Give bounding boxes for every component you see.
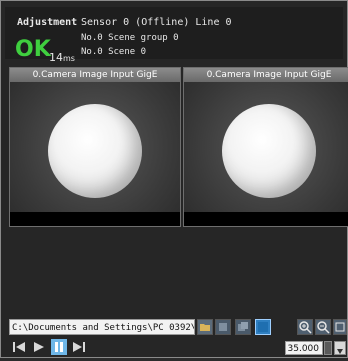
fit-button[interactable] <box>333 319 347 335</box>
zoom-out-button[interactable] <box>315 319 331 335</box>
processing-time: 14ms <box>49 51 75 64</box>
skip-first-button[interactable] <box>11 339 27 355</box>
panel-title: 0.Camera Image Input GigE <box>10 68 180 82</box>
zoom-out-icon <box>317 321 330 334</box>
save-all-button[interactable] <box>235 319 251 335</box>
save-all-icon <box>238 322 248 331</box>
image-panel-right[interactable]: 0.Camera Image Input GigE <box>183 67 348 227</box>
ball-object <box>48 104 142 198</box>
mode-label: Adjustment <box>17 17 78 28</box>
time-value: 14 <box>49 51 63 64</box>
panel-title: 0.Camera Image Input GigE <box>184 68 348 82</box>
scene-text: No.0 Scene 0 <box>81 47 147 57</box>
zoom-in-button[interactable] <box>297 319 313 335</box>
judgement-ok: OK <box>15 37 51 62</box>
scene-group-text: No.0 Scene group 0 <box>81 33 179 43</box>
image-panel-left[interactable]: 0.Camera Image Input GigE <box>9 67 181 227</box>
status-header: Adjustment Sensor 0 (Offline) Line 0 No.… <box>5 7 343 64</box>
file-path-input[interactable]: C:\Documents and Settings\PC 0392\My <box>9 319 195 335</box>
ball-object <box>222 104 316 198</box>
folder-open-button[interactable] <box>197 319 213 335</box>
play-button[interactable] <box>31 339 47 355</box>
panel-footer <box>184 212 348 226</box>
save-button[interactable] <box>215 319 231 335</box>
speed-spinner[interactable] <box>324 341 332 355</box>
skip-last-icon <box>73 342 85 352</box>
speed-input[interactable]: 35.000 <box>285 341 323 355</box>
panel-footer <box>10 212 180 226</box>
speed-dropdown[interactable] <box>334 341 346 355</box>
pause-icon <box>55 342 63 352</box>
save-icon <box>219 323 227 331</box>
sensor-status-text: Sensor 0 (Offline) Line 0 <box>81 17 232 28</box>
blue-square-button[interactable] <box>255 319 271 335</box>
zoom-in-icon <box>299 321 312 334</box>
folder-open-icon <box>200 324 210 331</box>
camera-image[interactable] <box>10 82 180 212</box>
pause-button[interactable] <box>51 339 67 355</box>
main-window: Adjustment Sensor 0 (Offline) Line 0 No.… <box>0 0 348 358</box>
time-unit: ms <box>63 54 75 63</box>
skip-first-icon <box>13 342 25 352</box>
skip-last-button[interactable] <box>71 339 87 355</box>
fit-icon <box>335 322 345 332</box>
play-icon <box>34 342 44 352</box>
chevron-down-icon <box>337 349 343 354</box>
blue-square-icon <box>258 322 268 332</box>
camera-image[interactable] <box>184 82 348 212</box>
